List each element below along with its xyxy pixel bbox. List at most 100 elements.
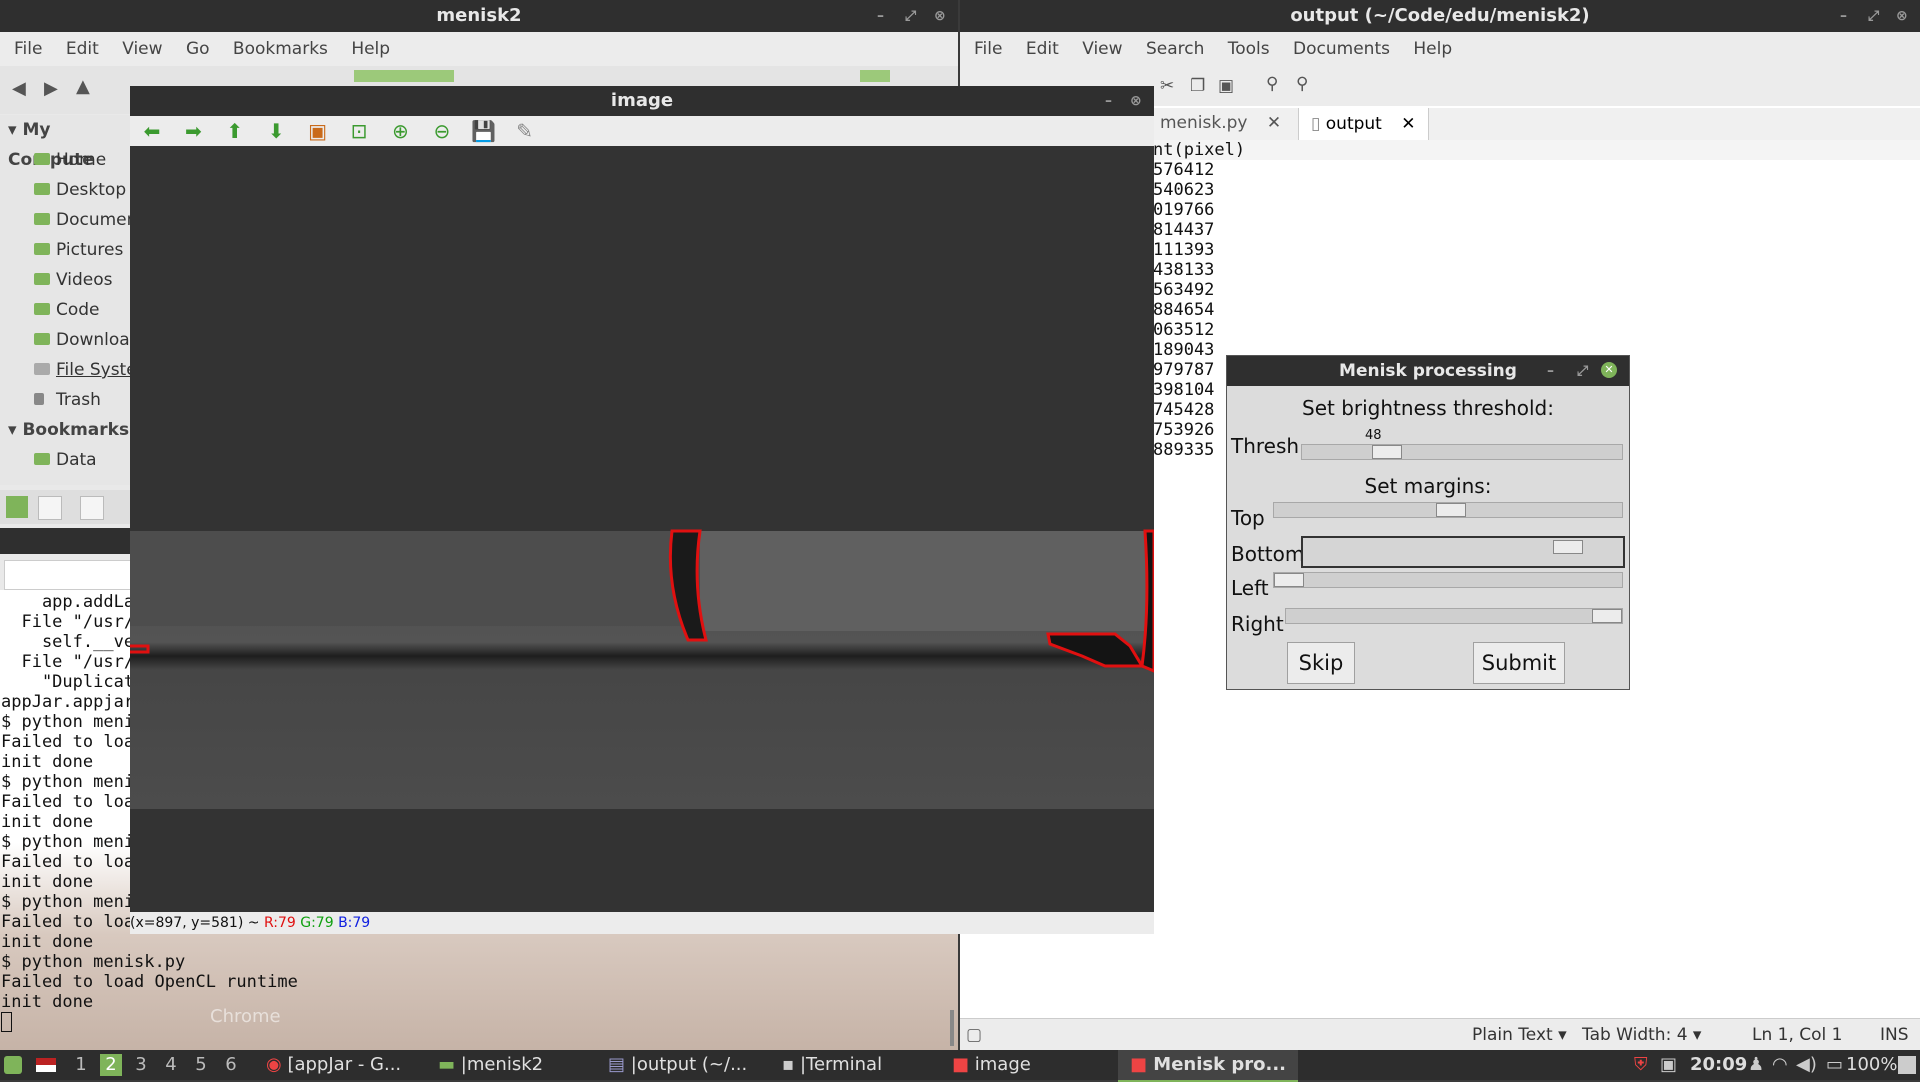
workspace-6[interactable]: 6: [220, 1054, 242, 1076]
sidebar-item-code[interactable]: Code: [0, 295, 130, 325]
task-menisk2[interactable]: ▬ |menisk2: [438, 1050, 543, 1080]
workspace-2[interactable]: 2: [100, 1054, 122, 1076]
maximize-icon[interactable]: ⤢: [905, 0, 916, 32]
minimize-icon[interactable]: –: [1105, 86, 1112, 116]
sidebar-item-pictures[interactable]: Pictures: [0, 235, 130, 265]
menu-help[interactable]: Help: [1409, 39, 1456, 59]
path-segment[interactable]: [354, 70, 454, 82]
arrow-up-icon[interactable]: ⬆: [223, 119, 247, 143]
pane-toggle-icon[interactable]: [80, 496, 104, 520]
back-icon[interactable]: ◀: [12, 78, 26, 99]
right-slider-thumb[interactable]: [1592, 609, 1622, 623]
volume-icon[interactable]: ◀): [1796, 1050, 1817, 1080]
tab-close-icon[interactable]: ✕: [1401, 114, 1415, 134]
user-icon[interactable]: ♟: [1748, 1050, 1764, 1080]
task-appjar[interactable]: ◉ [appJar - G...: [266, 1050, 401, 1080]
menu-go[interactable]: Go: [182, 39, 214, 59]
sidebar-item-downloads[interactable]: Downloac: [0, 325, 130, 355]
sidebar-item-desktop[interactable]: Desktop: [0, 175, 130, 205]
sidebar-item-filesystem[interactable]: File Syster: [0, 355, 130, 385]
arrow-left-icon[interactable]: ⬅: [140, 119, 164, 143]
top-slider-thumb[interactable]: [1436, 503, 1466, 517]
sidebar-item-trash[interactable]: Trash: [0, 385, 130, 415]
menu-search[interactable]: Search: [1142, 39, 1208, 59]
minimize-icon[interactable]: –: [877, 0, 884, 32]
workspace-4[interactable]: 4: [160, 1054, 182, 1076]
minimize-icon[interactable]: –: [1840, 0, 1847, 32]
view-toggle[interactable]: [860, 70, 890, 82]
up-icon[interactable]: ▲: [76, 76, 90, 97]
workspace-5[interactable]: 5: [190, 1054, 212, 1076]
image-canvas[interactable]: [130, 146, 1154, 912]
paste-icon[interactable]: ▣: [1218, 76, 1234, 96]
clock[interactable]: 20:09: [1690, 1050, 1747, 1080]
shield-icon[interactable]: ⛨: [1634, 1050, 1648, 1080]
close-icon[interactable]: ✕: [1601, 362, 1617, 378]
menu-documents[interactable]: Documents: [1289, 39, 1394, 59]
tree-toggle-icon[interactable]: [38, 496, 62, 520]
keyboard-layout-flag-icon[interactable]: [36, 1058, 56, 1072]
menu-file[interactable]: File: [10, 39, 46, 59]
workspace-1[interactable]: 1: [70, 1054, 92, 1076]
bottom-slider-thumb[interactable]: [1553, 540, 1583, 554]
close-icon[interactable]: ⊗: [1130, 86, 1142, 116]
maximize-icon[interactable]: ⤢: [1577, 356, 1588, 386]
left-slider-thumb[interactable]: [1274, 573, 1304, 587]
menu-file[interactable]: File: [970, 39, 1006, 59]
save-icon[interactable]: 💾: [471, 119, 496, 143]
copy-icon[interactable]: ❐: [1190, 76, 1205, 96]
wifi-icon[interactable]: ◠: [1772, 1050, 1788, 1080]
task-terminal[interactable]: ▪ |Terminal: [782, 1050, 882, 1080]
tab-width-selector[interactable]: Tab Width: 4 ▾: [1582, 1019, 1701, 1051]
menu-help[interactable]: Help: [347, 39, 394, 59]
battery-icon[interactable]: ▭: [1826, 1050, 1843, 1080]
maximize-icon[interactable]: ⤢: [1868, 0, 1879, 32]
cut-icon[interactable]: ✂: [1160, 76, 1174, 96]
zoom-fit-icon[interactable]: ⊡: [347, 119, 371, 143]
close-icon[interactable]: ⊗: [1896, 0, 1908, 32]
workspace-3[interactable]: 3: [130, 1054, 152, 1076]
close-icon[interactable]: ⊗: [934, 0, 946, 32]
search-icon[interactable]: ⚲: [1266, 74, 1278, 94]
terminal-scrollbar[interactable]: [950, 1010, 954, 1046]
search-replace-icon[interactable]: ⚲: [1296, 74, 1308, 94]
arrow-down-icon[interactable]: ⬇: [264, 119, 288, 143]
minimize-icon[interactable]: –: [1547, 356, 1554, 386]
zoom-out-icon[interactable]: ⊖: [430, 119, 454, 143]
thresh-slider-thumb[interactable]: [1372, 445, 1402, 459]
sidebar-item-videos[interactable]: Videos: [0, 265, 130, 295]
task-image[interactable]: ■ image: [952, 1050, 1031, 1080]
side-panel-icon[interactable]: ▢: [966, 1019, 982, 1051]
zoom-in-icon[interactable]: ⊕: [388, 119, 412, 143]
show-desktop-icon[interactable]: [1898, 1056, 1916, 1074]
menu-tools[interactable]: Tools: [1224, 39, 1274, 59]
places-toggle-icon[interactable]: [6, 496, 28, 518]
sidebar-item-documents[interactable]: Documen: [0, 205, 130, 235]
task-output[interactable]: ▤ |output (~/...: [608, 1050, 747, 1080]
sidebar-item-home[interactable]: Home: [0, 145, 130, 175]
left-margin-slider[interactable]: [1273, 572, 1623, 588]
top-margin-slider[interactable]: [1273, 502, 1623, 518]
arrow-right-icon[interactable]: ➡: [181, 119, 205, 143]
tab-close-icon[interactable]: ✕: [1267, 113, 1281, 133]
bottom-margin-slider[interactable]: [1301, 536, 1625, 568]
tab-output[interactable]: ▯ output ✕: [1298, 108, 1429, 140]
menu-edit[interactable]: Edit: [62, 39, 103, 59]
right-margin-slider[interactable]: [1285, 608, 1623, 624]
properties-icon[interactable]: ✎: [513, 119, 537, 143]
task-menisk-processing[interactable]: ■ Menisk pro...: [1118, 1050, 1298, 1082]
sidebar-item-data[interactable]: Data: [0, 445, 130, 475]
forward-icon[interactable]: ▶: [44, 78, 58, 99]
update-icon[interactable]: ▣: [1660, 1050, 1677, 1080]
menu-icon[interactable]: [4, 1056, 22, 1074]
menu-edit[interactable]: Edit: [1022, 39, 1063, 59]
tab-menisk-py[interactable]: menisk.py ✕: [1160, 113, 1281, 133]
skip-button[interactable]: Skip: [1287, 642, 1355, 684]
submit-button[interactable]: Submit: [1473, 642, 1565, 684]
language-selector[interactable]: Plain Text ▾: [1472, 1019, 1567, 1051]
thresh-slider[interactable]: [1301, 444, 1623, 460]
menu-view[interactable]: View: [118, 39, 166, 59]
image-icon[interactable]: ▣: [306, 119, 330, 143]
menu-bookmarks[interactable]: Bookmarks: [229, 39, 332, 59]
menu-view[interactable]: View: [1078, 39, 1126, 59]
